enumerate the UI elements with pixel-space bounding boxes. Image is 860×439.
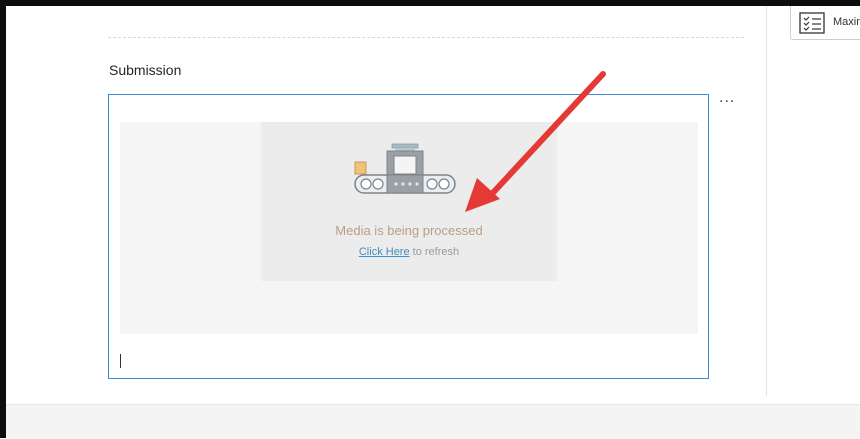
bottom-bar — [6, 404, 860, 439]
annotation-arrow-icon — [465, 71, 606, 212]
